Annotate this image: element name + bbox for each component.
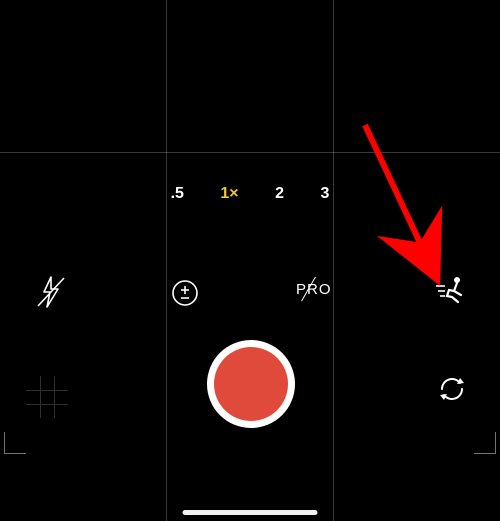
flash-off-button[interactable] (36, 276, 66, 313)
home-indicator (183, 510, 318, 515)
pro-mode-button[interactable]: PRO (296, 281, 332, 298)
shutter-inner (214, 347, 288, 421)
zoom-option-0-5x[interactable]: .5 (171, 185, 184, 203)
gridline-vertical (333, 0, 334, 521)
zoom-selector: .5 1× 2 3 (0, 185, 500, 203)
grid-toggle-hint (26, 376, 68, 418)
switch-camera-button[interactable] (437, 374, 467, 409)
zoom-option-3x[interactable]: 3 (320, 185, 329, 203)
zoom-option-2x[interactable]: 2 (275, 185, 284, 203)
zoom-option-1x[interactable]: 1× (220, 185, 238, 203)
shutter-button[interactable] (207, 340, 295, 428)
motion-tracking-button[interactable] (432, 274, 466, 313)
flash-off-icon (36, 276, 66, 308)
motion-tracking-icon (432, 274, 466, 308)
exposure-icon (170, 278, 200, 308)
switch-camera-icon (437, 374, 467, 404)
gridline-horizontal (0, 152, 500, 153)
exposure-button[interactable] (170, 278, 200, 313)
frame-bracket (4, 432, 26, 454)
camera-viewfinder: .5 1× 2 3 PRO (0, 0, 500, 521)
pro-mode-label: PRO (296, 281, 332, 298)
frame-bracket (474, 432, 496, 454)
gridline-vertical (166, 0, 167, 521)
